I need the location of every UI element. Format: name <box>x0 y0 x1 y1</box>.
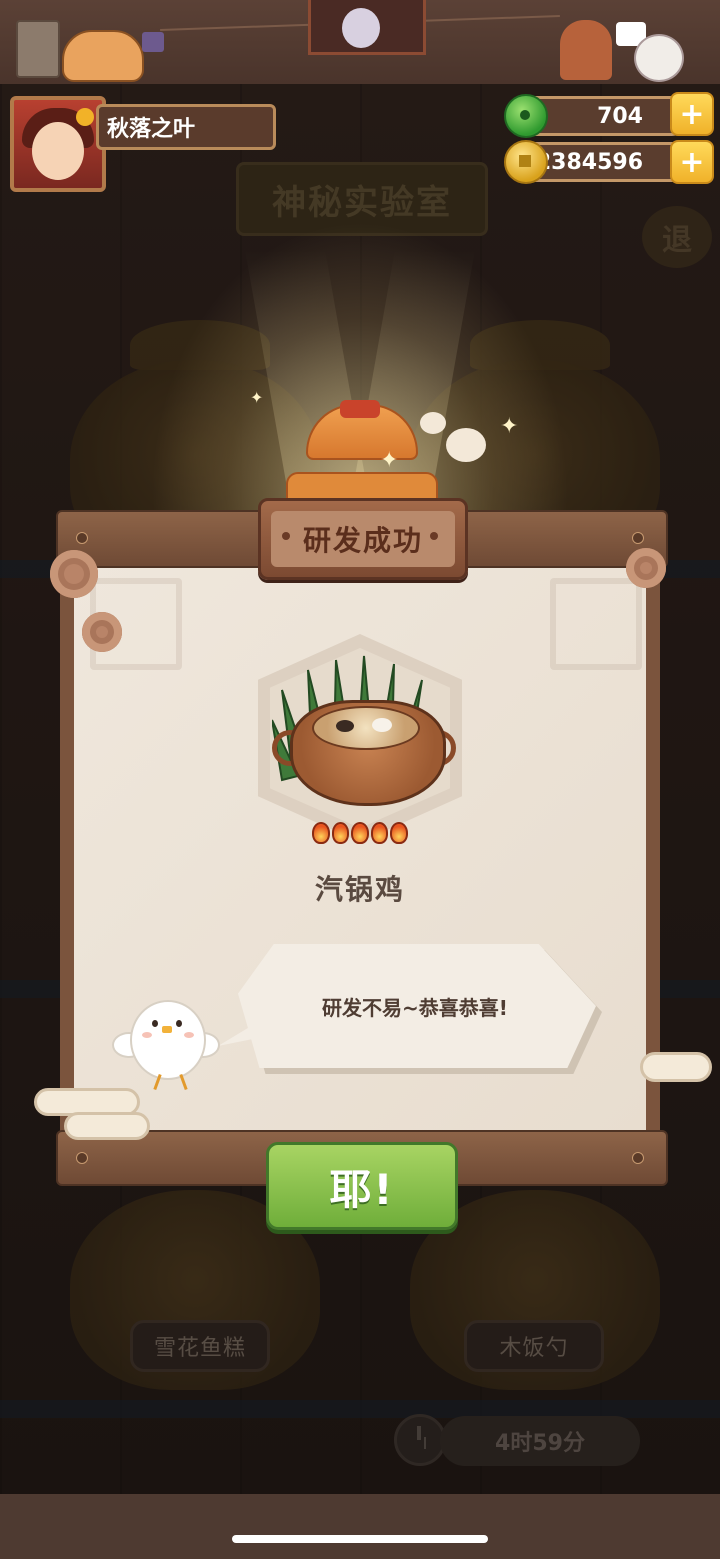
jade-icon <box>504 94 548 138</box>
plaque-dot <box>430 532 438 540</box>
home-indicator[interactable] <box>232 1535 488 1543</box>
white-cat-icon <box>634 34 684 82</box>
cloud-decoration-icon <box>640 1052 712 1082</box>
reading-girl-icon <box>560 20 612 80</box>
player-name[interactable]: 秋落之叶 <box>96 104 276 150</box>
lid-knob <box>340 400 380 418</box>
popup-title: 研发成功 <box>302 524 423 557</box>
popup-frame-right <box>646 560 660 1134</box>
flame-icon <box>390 822 408 844</box>
cat-icon <box>62 30 144 82</box>
nail-icon <box>76 1152 88 1164</box>
add-coin-button[interactable]: + <box>670 140 714 184</box>
flame-icon <box>351 822 369 844</box>
plaque-dot <box>282 532 290 540</box>
chick-eye <box>176 1020 182 1027</box>
jar-icon <box>142 32 164 52</box>
nail-icon <box>76 532 88 544</box>
level-badge-icon <box>76 108 94 126</box>
nail-icon <box>632 532 644 544</box>
jade-count: 704 <box>597 103 643 129</box>
knot-decoration <box>550 578 642 670</box>
chick-icon <box>130 1000 206 1080</box>
flame-icon <box>370 822 389 844</box>
chick-cheek <box>142 1032 152 1038</box>
sparkle-icon: ✦ <box>380 448 399 473</box>
bottom-bar <box>0 1494 720 1559</box>
chick-beak <box>162 1026 172 1033</box>
flame-icon <box>312 822 330 844</box>
player-avatar[interactable] <box>10 96 106 192</box>
coin-icon <box>504 140 548 184</box>
confirm-button[interactable]: 耶! <box>266 1142 458 1230</box>
flame-icon <box>331 822 350 844</box>
steam-puff <box>446 428 486 462</box>
coin-count: 2384596 <box>535 149 643 175</box>
dish-name: 汽锅鸡 <box>314 873 405 906</box>
book-box-icon <box>16 20 60 78</box>
add-jade-button[interactable]: + <box>670 92 714 136</box>
dish-contents <box>312 706 420 750</box>
sparkle-icon: ✦ <box>250 388 264 407</box>
flower-decoration-icon <box>626 548 666 588</box>
flower-decoration-icon <box>82 612 122 652</box>
nail-icon <box>632 1152 644 1164</box>
cloud-decoration-icon <box>64 1112 150 1140</box>
character-figure-icon <box>342 8 380 48</box>
congrats-message: 研发不易~恭喜恭喜! <box>322 995 508 1020</box>
sparkle-icon: ✦ <box>500 414 519 439</box>
flower-decoration-icon <box>50 550 98 598</box>
popup-frame-left <box>60 560 74 1134</box>
steam-puff <box>420 412 446 434</box>
chick-eye <box>152 1020 158 1027</box>
flame-rating <box>312 822 408 848</box>
chick-cheek <box>184 1032 194 1038</box>
avatar-face <box>32 122 84 180</box>
